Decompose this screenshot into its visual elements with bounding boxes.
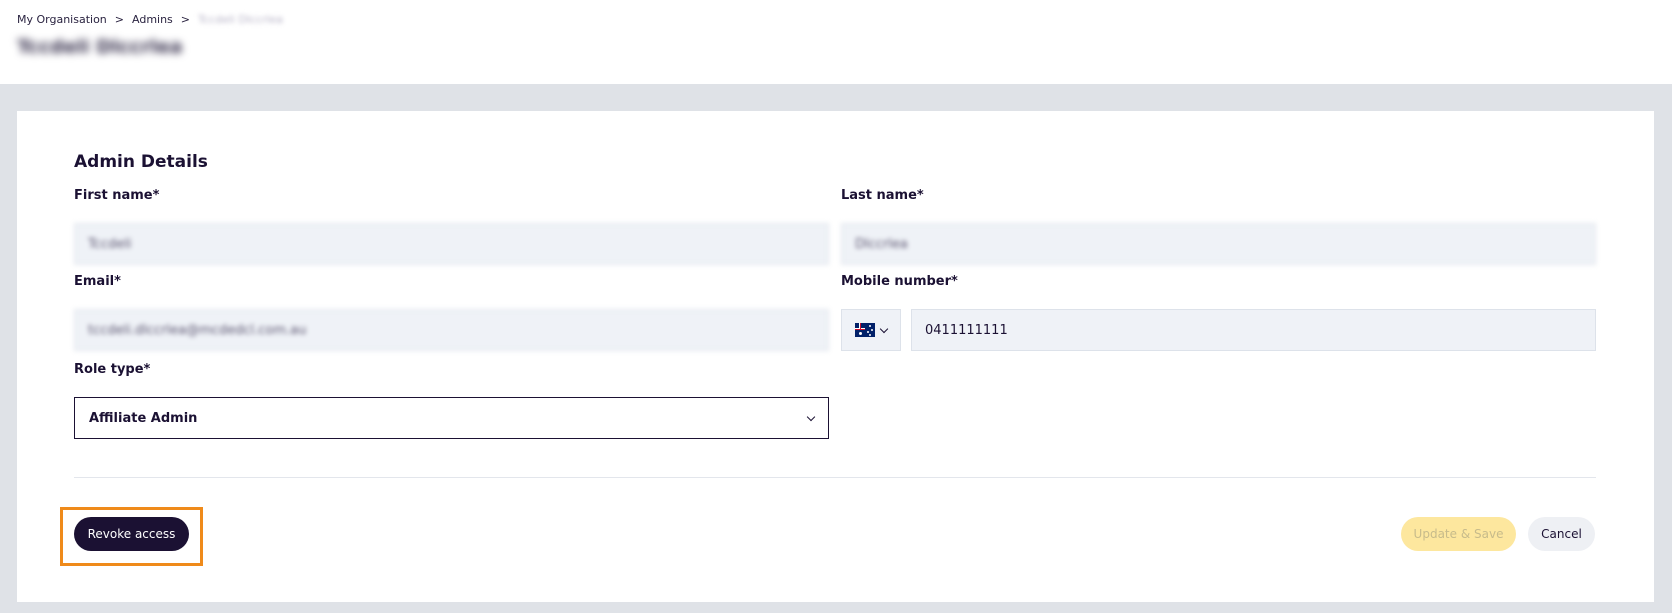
role-type-label: Role type*	[74, 362, 151, 377]
breadcrumb-admins[interactable]: Admins	[132, 13, 173, 26]
breadcrumb-separator: >	[180, 13, 191, 26]
admin-details-card: Admin Details First name* Last name* Ema…	[17, 111, 1654, 602]
first-name-label: First name*	[74, 188, 160, 203]
page-header: My Organisation > Admins > Tccdeli Dlccr…	[0, 0, 1672, 84]
role-type-select[interactable]: Affiliate Admin	[74, 397, 829, 439]
section-title: Admin Details	[74, 152, 208, 172]
breadcrumb-separator: >	[114, 13, 124, 26]
role-type-value: Affiliate Admin	[89, 410, 198, 426]
breadcrumb: My Organisation > Admins > Tccdeli Dlccr…	[17, 13, 283, 26]
last-name-label: Last name*	[841, 188, 924, 203]
country-code-select[interactable]	[841, 309, 901, 351]
cancel-button[interactable]: Cancel	[1528, 517, 1595, 551]
last-name-field[interactable]	[841, 223, 1596, 265]
email-label: Email*	[74, 274, 121, 289]
first-name-field[interactable]	[74, 223, 829, 265]
mobile-number-field[interactable]	[911, 309, 1596, 351]
page-title: Tccdeli Dlccrlea	[17, 36, 183, 58]
breadcrumb-current: Tccdeli Dlccrlea	[198, 13, 284, 26]
breadcrumb-my-organisation[interactable]: My Organisation	[17, 13, 107, 26]
mobile-number-label: Mobile number*	[841, 274, 958, 289]
email-field[interactable]	[74, 309, 829, 351]
chevron-down-icon	[879, 324, 889, 333]
revoke-access-button[interactable]: Revoke access	[74, 517, 189, 551]
chevron-down-icon	[806, 412, 816, 421]
update-save-button[interactable]: Update & Save	[1401, 517, 1516, 551]
divider	[74, 477, 1596, 478]
australia-flag-icon	[855, 323, 875, 337]
